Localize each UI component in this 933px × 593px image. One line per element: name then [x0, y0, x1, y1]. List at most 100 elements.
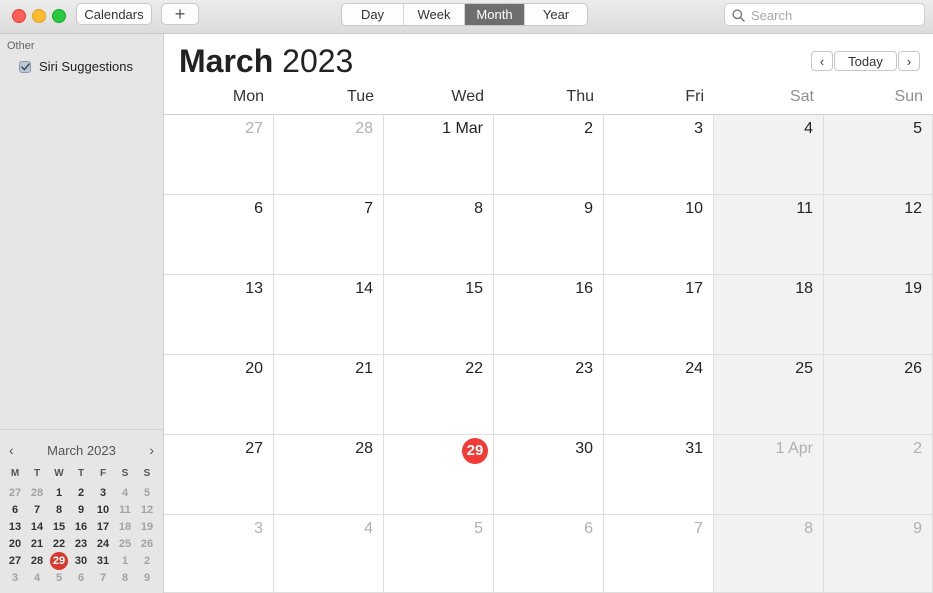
tab-month[interactable]: Month: [465, 4, 525, 25]
mini-day[interactable]: 1: [114, 553, 136, 570]
mini-next-month-icon[interactable]: ›: [149, 442, 154, 458]
mini-day[interactable]: 6: [70, 570, 92, 587]
calendars-button[interactable]: Calendars: [76, 3, 152, 25]
close-window-icon[interactable]: [12, 9, 26, 23]
mini-day[interactable]: 4: [114, 485, 136, 502]
day-cell[interactable]: 8: [714, 515, 824, 593]
day-cell[interactable]: 2: [494, 115, 604, 195]
day-cell[interactable]: 25: [714, 355, 824, 435]
day-cell[interactable]: 5: [384, 515, 494, 593]
day-cell[interactable]: 9: [494, 195, 604, 275]
day-cell[interactable]: 1 Apr: [714, 435, 824, 515]
day-cell[interactable]: 3: [164, 515, 274, 593]
day-cell[interactable]: 31: [604, 435, 714, 515]
mini-day[interactable]: 8: [114, 570, 136, 587]
mini-day[interactable]: 3: [4, 570, 26, 587]
day-cell[interactable]: 1 Mar: [384, 115, 494, 195]
mini-day[interactable]: 31: [92, 553, 114, 570]
sidebar-item-siri-suggestions[interactable]: Siri Suggestions: [19, 59, 133, 74]
search-field[interactable]: [724, 3, 925, 26]
mini-day[interactable]: 1: [48, 485, 70, 502]
mini-day[interactable]: 8: [48, 502, 70, 519]
mini-day[interactable]: 21: [26, 536, 48, 553]
next-month-button[interactable]: ›: [898, 51, 920, 71]
mini-day[interactable]: 17: [92, 519, 114, 536]
day-cell[interactable]: 14: [274, 275, 384, 355]
day-cell[interactable]: 20: [164, 355, 274, 435]
day-cell[interactable]: 15: [384, 275, 494, 355]
mini-day[interactable]: 28: [26, 553, 48, 570]
zoom-window-icon[interactable]: [52, 9, 66, 23]
day-cell[interactable]: 26: [824, 355, 933, 435]
day-cell[interactable]: 28: [274, 435, 384, 515]
mini-day[interactable]: 7: [92, 570, 114, 587]
day-cell[interactable]: 17: [604, 275, 714, 355]
prev-month-button[interactable]: ‹: [811, 51, 833, 71]
day-cell[interactable]: 27: [164, 115, 274, 195]
mini-day[interactable]: 22: [48, 536, 70, 553]
mini-day[interactable]: 2: [136, 553, 158, 570]
mini-day[interactable]: 5: [48, 570, 70, 587]
mini-day[interactable]: 3: [92, 485, 114, 502]
mini-day[interactable]: 25: [114, 536, 136, 553]
mini-day[interactable]: 6: [4, 502, 26, 519]
mini-day[interactable]: 12: [136, 502, 158, 519]
mini-day[interactable]: 13: [4, 519, 26, 536]
mini-day[interactable]: 10: [92, 502, 114, 519]
day-cell[interactable]: 4: [714, 115, 824, 195]
day-cell[interactable]: 4: [274, 515, 384, 593]
day-cell[interactable]: 2: [824, 435, 933, 515]
day-cell[interactable]: 23: [494, 355, 604, 435]
tab-year[interactable]: Year: [525, 4, 587, 25]
day-cell[interactable]: 10: [604, 195, 714, 275]
day-cell[interactable]: 5: [824, 115, 933, 195]
day-cell[interactable]: 13: [164, 275, 274, 355]
mini-day[interactable]: 2: [70, 485, 92, 502]
mini-day[interactable]: 5: [136, 485, 158, 502]
day-cell[interactable]: 21: [274, 355, 384, 435]
mini-day[interactable]: 9: [136, 570, 158, 587]
day-cell[interactable]: 7: [274, 195, 384, 275]
mini-day[interactable]: 24: [92, 536, 114, 553]
mini-day[interactable]: 15: [48, 519, 70, 536]
day-cell[interactable]: 6: [164, 195, 274, 275]
day-cell[interactable]: 18: [714, 275, 824, 355]
tab-week[interactable]: Week: [404, 4, 465, 25]
day-cell[interactable]: 30: [494, 435, 604, 515]
day-cell[interactable]: 8: [384, 195, 494, 275]
mini-day[interactable]: 19: [136, 519, 158, 536]
mini-day[interactable]: 23: [70, 536, 92, 553]
mini-day[interactable]: 7: [26, 502, 48, 519]
mini-day[interactable]: 18: [114, 519, 136, 536]
add-event-button[interactable]: +: [161, 3, 199, 25]
mini-day[interactable]: 26: [136, 536, 158, 553]
mini-day[interactable]: 28: [26, 485, 48, 502]
day-cell[interactable]: 12: [824, 195, 933, 275]
mini-day[interactable]: 20: [4, 536, 26, 553]
mini-day[interactable]: 14: [26, 519, 48, 536]
day-cell[interactable]: 3: [604, 115, 714, 195]
minimize-window-icon[interactable]: [32, 9, 46, 23]
mini-day[interactable]: 9: [70, 502, 92, 519]
mini-day[interactable]: 11: [114, 502, 136, 519]
tab-day[interactable]: Day: [342, 4, 404, 25]
day-cell[interactable]: 6: [494, 515, 604, 593]
day-cell[interactable]: 22: [384, 355, 494, 435]
today-button[interactable]: Today: [834, 51, 897, 71]
mini-day[interactable]: 30: [70, 553, 92, 570]
day-cell[interactable]: 9: [824, 515, 933, 593]
search-input[interactable]: [749, 6, 923, 24]
day-cell[interactable]: 7: [604, 515, 714, 593]
calendar-checkbox[interactable]: [19, 60, 31, 73]
day-cell[interactable]: 29: [384, 435, 494, 515]
day-cell[interactable]: 27: [164, 435, 274, 515]
mini-day[interactable]: 27: [4, 553, 26, 570]
day-cell[interactable]: 19: [824, 275, 933, 355]
mini-day[interactable]: 16: [70, 519, 92, 536]
day-cell[interactable]: 11: [714, 195, 824, 275]
mini-day[interactable]: 4: [26, 570, 48, 587]
mini-day-today[interactable]: 29: [48, 552, 70, 570]
day-cell[interactable]: 24: [604, 355, 714, 435]
day-cell[interactable]: 16: [494, 275, 604, 355]
day-cell[interactable]: 28: [274, 115, 384, 195]
